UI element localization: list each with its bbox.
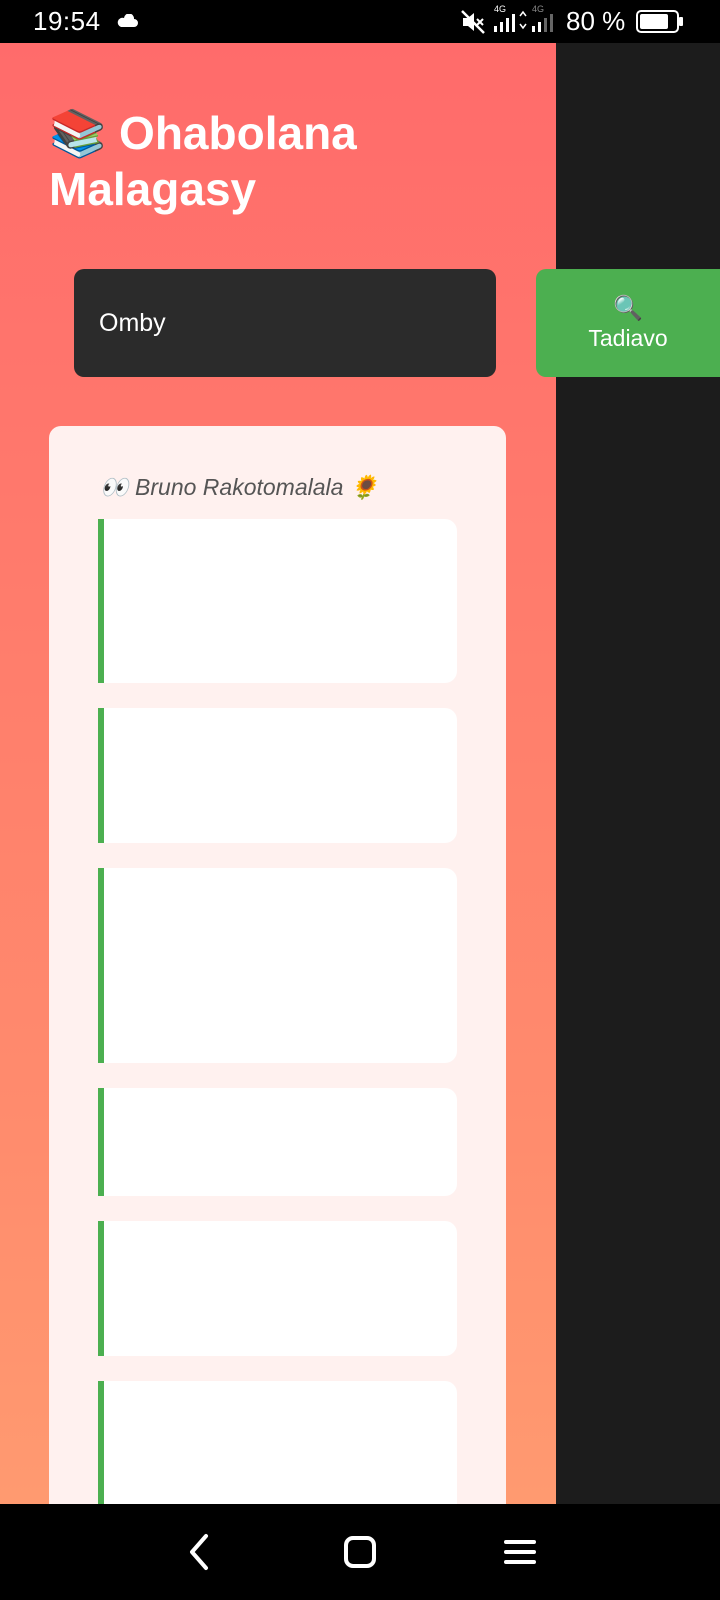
proverb-card	[98, 1088, 457, 1196]
proverb-card	[98, 868, 457, 1063]
status-time: 19:54	[33, 6, 101, 36]
battery-icon	[636, 10, 683, 33]
proverb-card	[98, 1221, 457, 1356]
signal-icon: 4G	[494, 4, 527, 32]
cloud-icon	[117, 14, 138, 27]
search-icon: 🔍	[613, 294, 643, 322]
battery-percent: 80 %	[566, 6, 626, 36]
results-panel: 👀 Bruno Rakotomalala 🌻	[49, 426, 506, 1504]
signal-icon: 4G	[532, 4, 553, 32]
network-type-label: 4G	[532, 4, 544, 14]
proverb-card	[98, 1381, 457, 1504]
home-icon[interactable]	[340, 1532, 380, 1572]
network-type-label: 4G	[494, 4, 506, 14]
author-line: 👀 Bruno Rakotomalala 🌻	[100, 474, 379, 500]
search-button-label: Tadiavo	[588, 324, 668, 351]
search-input[interactable]	[74, 269, 496, 377]
proverb-card	[98, 519, 457, 683]
search-button[interactable]: 🔍 Tadiavo	[536, 269, 720, 377]
app-viewport: 📚 Ohabolana Malagasy 👀 Bruno Rakotomalal…	[0, 43, 556, 1504]
menu-icon[interactable]	[500, 1532, 540, 1572]
status-bar: 19:54 4G 4G 80 %	[0, 0, 720, 43]
proverb-card	[98, 708, 457, 843]
mute-icon	[461, 10, 485, 34]
navigation-bar	[0, 1504, 720, 1600]
page-title: 📚 Ohabolana Malagasy	[49, 107, 357, 215]
back-icon[interactable]	[180, 1532, 220, 1572]
